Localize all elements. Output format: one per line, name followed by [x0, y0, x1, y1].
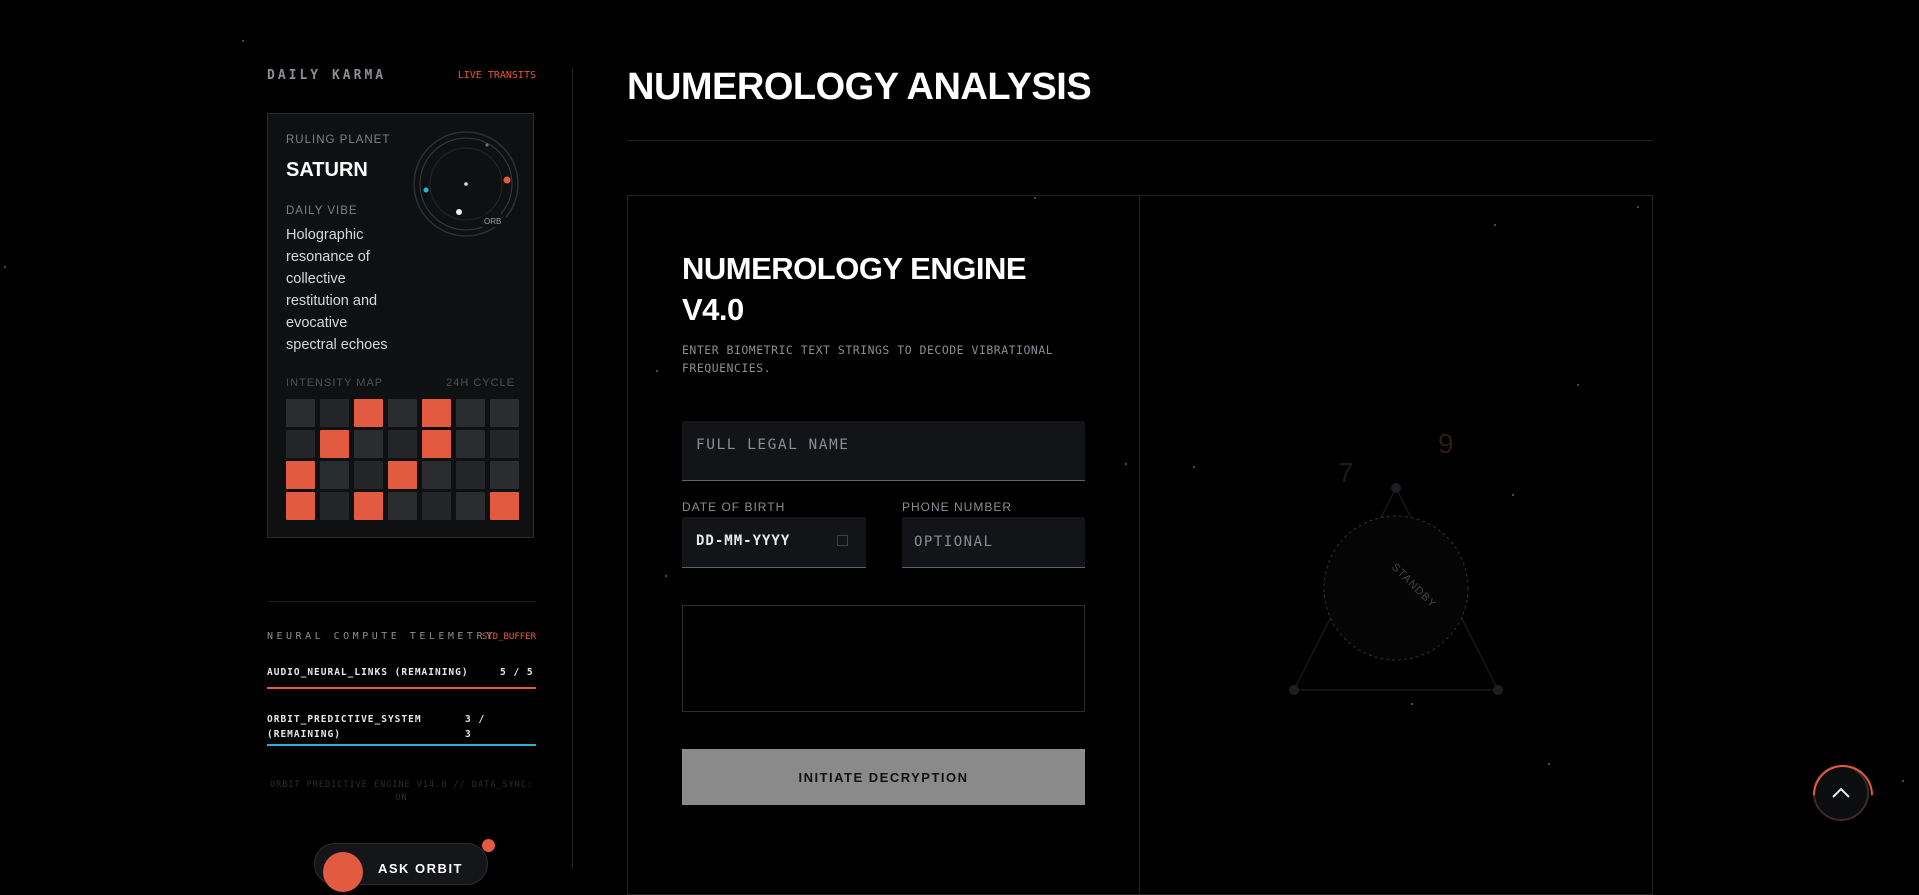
intensity-cell: [354, 461, 383, 489]
intensity-cell: [388, 492, 417, 520]
intensity-map-grid: [286, 399, 519, 520]
karma-card: RULING PLANET SATURN DAILY VIBE Holograp…: [267, 113, 534, 538]
intensity-cell: [286, 430, 315, 458]
daily-vibe-text: Holographic resonance of collective rest…: [286, 227, 388, 353]
intensity-cell: [388, 399, 417, 427]
telemetry-row-label: ORBIT_PREDICTIVE_SYSTEM (REMAINING): [267, 714, 422, 740]
intensity-cell: [320, 492, 349, 520]
intensity-cell: [456, 492, 485, 520]
intensity-cell: [422, 461, 451, 489]
sidebar-header: DAILY KARMA LIVE TRANSITS: [267, 68, 536, 86]
numerology-triangle-visual: STANDBY 7 9: [1289, 428, 1503, 695]
phone-input[interactable]: [902, 517, 1085, 567]
intensity-cell: [490, 430, 519, 458]
orbit-icon: ORB: [413, 131, 519, 237]
chevron-up-icon: [1832, 787, 1850, 798]
scroll-to-top-button[interactable]: [1800, 752, 1886, 838]
engine-footer-note: ORBIT PREDICTIVE ENGINE V14.0 // DATA_SY…: [269, 780, 534, 803]
std-buffer-label: STD_BUFFER: [481, 632, 536, 642]
intensity-cell: [286, 399, 315, 427]
intensity-cell: [320, 461, 349, 489]
engine-title: NUMEROLOGY ENGINE V4.0: [682, 251, 1027, 327]
calendar-icon[interactable]: [837, 535, 848, 546]
intensity-map-label: INTENSITY MAP: [286, 377, 384, 389]
telemetry-row-audio: AUDIO_NEURAL_LINKS (REMAINING) 5 / 5: [267, 667, 536, 678]
intensity-cell: [388, 461, 417, 489]
initiate-decryption-button[interactable]: INITIATE DECRYPTION: [682, 749, 1085, 805]
intensity-cell: [354, 430, 383, 458]
intensity-cell: [354, 492, 383, 520]
intensity-cell: [456, 399, 485, 427]
telemetry-bar-orbit: [267, 744, 536, 746]
intensity-cell: [286, 461, 315, 489]
intensity-cell: [388, 430, 417, 458]
ask-orbit-icon: [323, 852, 363, 892]
engine-subtitle: ENTER BIOMETRIC TEXT STRINGS TO DECODE V…: [682, 343, 1054, 375]
ruling-planet-label: RULING PLANET: [286, 134, 391, 146]
telemetry-row-value: 5 / 5: [500, 667, 534, 678]
intensity-cell: [320, 430, 349, 458]
intensity-cell: [422, 430, 451, 458]
telemetry-row-label: AUDIO_NEURAL_LINKS (REMAINING): [267, 667, 469, 678]
intensity-cell: [490, 461, 519, 489]
intensity-cell: [490, 399, 519, 427]
ask-orbit-button[interactable]: ASK ORBIT: [314, 843, 488, 892]
dob-input-value[interactable]: DD-MM-YYYY: [696, 533, 790, 549]
title-rule: [627, 140, 1653, 141]
full-name-field[interactable]: [682, 421, 1085, 481]
output-textbox[interactable]: [682, 605, 1085, 712]
cycle-label: 24H CYCLE: [446, 377, 515, 389]
sidebar-divider: [267, 601, 536, 602]
intensity-cell: [354, 399, 383, 427]
notification-dot: [482, 839, 495, 852]
intensity-cell: [456, 461, 485, 489]
daily-karma-sidebar: DAILY KARMA LIVE TRANSITS RULING PLANET …: [267, 0, 536, 892]
viz-number-9: 9: [1438, 428, 1454, 459]
full-name-input[interactable]: [682, 421, 1085, 480]
intensity-cell: [490, 492, 519, 520]
dob-label: DATE OF BIRTH: [682, 500, 786, 514]
viz-number-7: 7: [1338, 457, 1354, 488]
live-transits-link[interactable]: LIVE TRANSITS: [458, 70, 536, 81]
ruling-planet-value: SATURN: [286, 159, 368, 181]
daily-vibe-label: DAILY VIBE: [286, 205, 358, 217]
dob-field[interactable]: DD-MM-YYYY: [682, 517, 866, 568]
intensity-cell: [320, 399, 349, 427]
telemetry-row-value: 3 / 3: [465, 714, 486, 740]
phone-field[interactable]: [902, 517, 1085, 568]
intensity-cell: [456, 430, 485, 458]
sidebar-title: DAILY KARMA: [267, 68, 387, 83]
intensity-cell: [422, 492, 451, 520]
page-title: NUMEROLOGY ANALYSIS: [627, 66, 1092, 108]
intensity-cell: [422, 399, 451, 427]
telemetry-bar-audio: [267, 687, 536, 689]
orbit-tag: ORB: [484, 217, 501, 226]
intensity-cell: [286, 492, 315, 520]
phone-label: PHONE NUMBER: [902, 500, 1013, 514]
telemetry-title: NEURAL COMPUTE TELEMETRY: [267, 631, 496, 642]
sidebar-divider-vertical: [572, 68, 573, 869]
telemetry-row-orbit: ORBIT_PREDICTIVE_SYSTEM (REMAINING) 3 / …: [267, 712, 487, 742]
